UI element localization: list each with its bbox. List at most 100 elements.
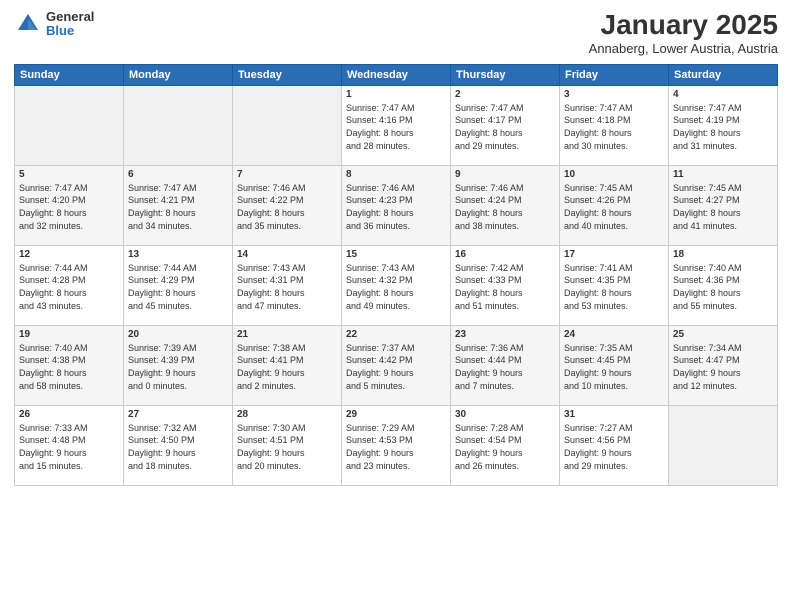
page: General Blue January 2025 Annaberg, Lowe… [0, 0, 792, 612]
day-info: Sunrise: 7:44 AM Sunset: 4:29 PM Dayligh… [128, 262, 228, 312]
col-tuesday: Tuesday [233, 64, 342, 85]
logo-blue-label: Blue [46, 24, 94, 38]
day-number: 2 [455, 89, 555, 100]
day-number: 26 [19, 409, 119, 420]
cell-w4-d5: 24 Sunrise: 7:35 AM Sunset: 4:45 PM Dayli… [560, 325, 669, 405]
day-number: 18 [673, 249, 773, 260]
day-info: Sunrise: 7:47 AM Sunset: 4:18 PM Dayligh… [564, 102, 664, 152]
day-number: 3 [564, 89, 664, 100]
title-area: January 2025 Annaberg, Lower Austria, Au… [589, 10, 778, 56]
day-number: 29 [346, 409, 446, 420]
cell-w3-d1: 13Sunrise: 7:44 AM Sunset: 4:29 PM Dayli… [124, 245, 233, 325]
week-row-1: 1 Sunrise: 7:47 AM Sunset: 4:16 PM Daylig… [15, 85, 778, 165]
cell-w1-d6: 4 Sunrise: 7:47 AM Sunset: 4:19 PM Daylig… [669, 85, 778, 165]
logo-general-label: General [46, 10, 94, 24]
day-number: 22 [346, 329, 446, 340]
cell-w2-d6: 11 Sunrise: 7:45 AM Sunset: 4:27 PM Dayli… [669, 165, 778, 245]
day-number: 28 [237, 409, 337, 420]
logo: General Blue [14, 10, 94, 39]
day-number: 4 [673, 89, 773, 100]
col-sunday: Sunday [15, 64, 124, 85]
day-info: Sunrise: 7:39 AM Sunset: 4:39 PM Dayligh… [128, 342, 228, 392]
day-info: Sunrise: 7:37 AM Sunset: 4:42 PM Dayligh… [346, 342, 446, 392]
day-info: Sunrise: 7:38 AM Sunset: 4:41 PM Dayligh… [237, 342, 337, 392]
cell-w3-d4: 16Sunrise: 7:42 AM Sunset: 4:33 PM Dayli… [451, 245, 560, 325]
day-info: Sunrise: 7:45 AM Sunset: 4:27 PM Dayligh… [673, 182, 773, 232]
day-info: Sunrise: 7:47 AM Sunset: 4:17 PM Dayligh… [455, 102, 555, 152]
cell-w5-d0: 26 Sunrise: 7:33 AM Sunset: 4:48 PM Dayli… [15, 405, 124, 485]
week-row-3: 12 Sunrise: 7:44 AM Sunset: 4:28 PM Dayli… [15, 245, 778, 325]
day-number: 1 [346, 89, 446, 100]
day-info: Sunrise: 7:35 AM Sunset: 4:45 PM Dayligh… [564, 342, 664, 392]
day-info: Sunrise: 7:46 AM Sunset: 4:23 PM Dayligh… [346, 182, 446, 232]
cell-w3-d5: 17 Sunrise: 7:41 AM Sunset: 4:35 PM Dayli… [560, 245, 669, 325]
header: General Blue January 2025 Annaberg, Lowe… [14, 10, 778, 56]
day-number: 7 [237, 169, 337, 180]
day-info: Sunrise: 7:28 AM Sunset: 4:54 PM Dayligh… [455, 422, 555, 472]
day-info: Sunrise: 7:45 AM Sunset: 4:26 PM Dayligh… [564, 182, 664, 232]
day-number: 9 [455, 169, 555, 180]
day-info: Sunrise: 7:36 AM Sunset: 4:44 PM Dayligh… [455, 342, 555, 392]
day-info: Sunrise: 7:43 AM Sunset: 4:32 PM Dayligh… [346, 262, 446, 312]
cell-w1-d3: 1 Sunrise: 7:47 AM Sunset: 4:16 PM Daylig… [342, 85, 451, 165]
cell-w1-d4: 2 Sunrise: 7:47 AM Sunset: 4:17 PM Daylig… [451, 85, 560, 165]
day-info: Sunrise: 7:33 AM Sunset: 4:48 PM Dayligh… [19, 422, 119, 472]
day-number: 23 [455, 329, 555, 340]
day-info: Sunrise: 7:47 AM Sunset: 4:21 PM Dayligh… [128, 182, 228, 232]
day-info: Sunrise: 7:44 AM Sunset: 4:28 PM Dayligh… [19, 262, 119, 312]
day-info: Sunrise: 7:27 AM Sunset: 4:56 PM Dayligh… [564, 422, 664, 472]
day-number: 6 [128, 169, 228, 180]
day-info: Sunrise: 7:47 AM Sunset: 4:16 PM Dayligh… [346, 102, 446, 152]
day-info: Sunrise: 7:32 AM Sunset: 4:50 PM Dayligh… [128, 422, 228, 472]
day-number: 21 [237, 329, 337, 340]
day-number: 17 [564, 249, 664, 260]
cell-w2-d5: 10 Sunrise: 7:45 AM Sunset: 4:26 PM Dayli… [560, 165, 669, 245]
logo-icon [14, 10, 42, 38]
cell-w5-d2: 28 Sunrise: 7:30 AM Sunset: 4:51 PM Dayli… [233, 405, 342, 485]
day-number: 12 [19, 249, 119, 260]
col-friday: Friday [560, 64, 669, 85]
col-monday: Monday [124, 64, 233, 85]
week-row-5: 26 Sunrise: 7:33 AM Sunset: 4:48 PM Dayli… [15, 405, 778, 485]
cell-w5-d3: 29Sunrise: 7:29 AM Sunset: 4:53 PM Dayli… [342, 405, 451, 485]
day-number: 24 [564, 329, 664, 340]
day-number: 14 [237, 249, 337, 260]
cell-w5-d5: 31 Sunrise: 7:27 AM Sunset: 4:56 PM Dayli… [560, 405, 669, 485]
cell-w5-d4: 30Sunrise: 7:28 AM Sunset: 4:54 PM Dayli… [451, 405, 560, 485]
cell-w2-d3: 8Sunrise: 7:46 AM Sunset: 4:23 PM Daylig… [342, 165, 451, 245]
day-number: 5 [19, 169, 119, 180]
day-number: 27 [128, 409, 228, 420]
day-number: 15 [346, 249, 446, 260]
day-number: 10 [564, 169, 664, 180]
cell-w3-d3: 15 Sunrise: 7:43 AM Sunset: 4:32 PM Dayli… [342, 245, 451, 325]
month-title: January 2025 [589, 10, 778, 41]
day-number: 11 [673, 169, 773, 180]
day-info: Sunrise: 7:40 AM Sunset: 4:36 PM Dayligh… [673, 262, 773, 312]
cell-w4-d0: 19 Sunrise: 7:40 AM Sunset: 4:38 PM Dayli… [15, 325, 124, 405]
day-info: Sunrise: 7:41 AM Sunset: 4:35 PM Dayligh… [564, 262, 664, 312]
location-subtitle: Annaberg, Lower Austria, Austria [589, 41, 778, 56]
day-info: Sunrise: 7:30 AM Sunset: 4:51 PM Dayligh… [237, 422, 337, 472]
day-info: Sunrise: 7:34 AM Sunset: 4:47 PM Dayligh… [673, 342, 773, 392]
week-row-2: 5 Sunrise: 7:47 AM Sunset: 4:20 PM Daylig… [15, 165, 778, 245]
cell-w3-d0: 12 Sunrise: 7:44 AM Sunset: 4:28 PM Dayli… [15, 245, 124, 325]
calendar-body: 1 Sunrise: 7:47 AM Sunset: 4:16 PM Daylig… [15, 85, 778, 485]
cell-w5-d6 [669, 405, 778, 485]
day-info: Sunrise: 7:47 AM Sunset: 4:19 PM Dayligh… [673, 102, 773, 152]
cell-w2-d4: 9 Sunrise: 7:46 AM Sunset: 4:24 PM Daylig… [451, 165, 560, 245]
day-info: Sunrise: 7:46 AM Sunset: 4:24 PM Dayligh… [455, 182, 555, 232]
col-thursday: Thursday [451, 64, 560, 85]
day-info: Sunrise: 7:47 AM Sunset: 4:20 PM Dayligh… [19, 182, 119, 232]
logo-text: General Blue [46, 10, 94, 39]
cell-w4-d6: 25Sunrise: 7:34 AM Sunset: 4:47 PM Dayli… [669, 325, 778, 405]
cell-w4-d3: 22 Sunrise: 7:37 AM Sunset: 4:42 PM Dayli… [342, 325, 451, 405]
day-info: Sunrise: 7:40 AM Sunset: 4:38 PM Dayligh… [19, 342, 119, 392]
day-number: 20 [128, 329, 228, 340]
day-number: 31 [564, 409, 664, 420]
cell-w1-d0 [15, 85, 124, 165]
cell-w2-d0: 5 Sunrise: 7:47 AM Sunset: 4:20 PM Daylig… [15, 165, 124, 245]
col-saturday: Saturday [669, 64, 778, 85]
day-number: 19 [19, 329, 119, 340]
cell-w4-d1: 20 Sunrise: 7:39 AM Sunset: 4:39 PM Dayli… [124, 325, 233, 405]
cell-w1-d1 [124, 85, 233, 165]
